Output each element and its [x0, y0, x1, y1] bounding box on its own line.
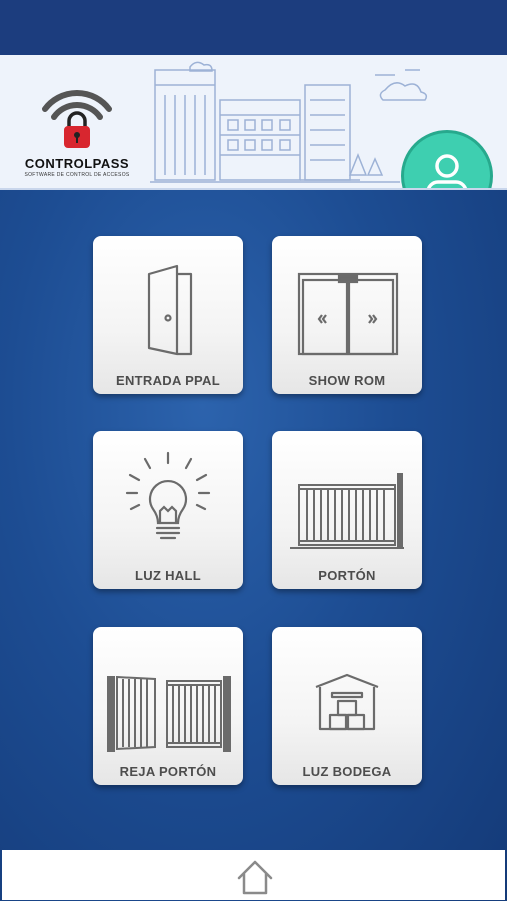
sliding-door-icon: [297, 272, 399, 356]
tile-entrada-ppal[interactable]: ENTRADA PPAL: [93, 236, 243, 394]
status-bar: [0, 0, 507, 55]
controlpass-logo: CONTROLPASS SOFTWARE DE CONTROL DE ACCES…: [12, 77, 142, 178]
tile-label: SHOW ROM: [308, 373, 386, 388]
logo-text: CONTROLPASS: [24, 156, 130, 171]
home-button[interactable]: [235, 858, 275, 896]
tile-label: LUZ HALL: [135, 568, 201, 583]
logo-subtitle: SOFTWARE DE CONTROL DE ACCESOS: [24, 172, 130, 178]
tile-luz-hall[interactable]: LUZ HALL: [93, 431, 243, 589]
app-header: CONTROLPASS SOFTWARE DE CONTROL DE ACCES…: [0, 55, 507, 190]
tile-label: PORTÓN: [318, 568, 376, 583]
tile-label: REJA PORTÓN: [119, 764, 217, 779]
warehouse-icon: [315, 673, 379, 731]
light-bulb-icon: [125, 451, 211, 540]
swing-gate-icon: [107, 675, 231, 752]
tile-luz-bodega[interactable]: LUZ BODEGA: [272, 627, 422, 785]
home-icon: [237, 860, 273, 895]
user-profile-icon: [427, 154, 467, 188]
door-icon: [147, 264, 193, 356]
tile-label: LUZ BODEGA: [302, 764, 392, 779]
tile-label: ENTRADA PPAL: [116, 373, 220, 388]
tile-reja-porton[interactable]: REJA PORTÓN: [93, 627, 243, 785]
tile-show-rom[interactable]: SHOW ROM: [272, 236, 422, 394]
bottom-nav-bar: [2, 850, 505, 900]
sliding-gate-icon: [290, 473, 404, 549]
tile-porton[interactable]: PORTÓN: [272, 431, 422, 589]
